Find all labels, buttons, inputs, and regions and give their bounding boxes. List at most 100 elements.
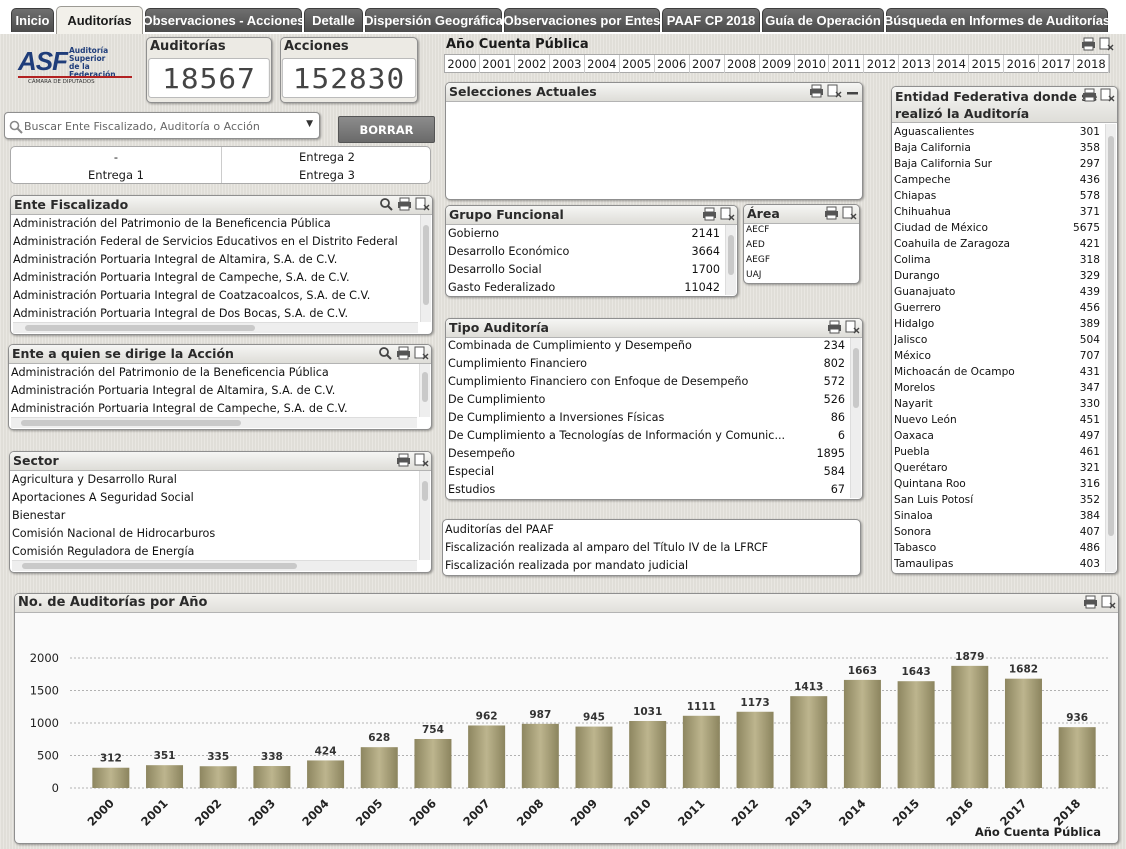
vertical-scrollbar[interactable] [420, 215, 431, 322]
list-item[interactable]: Morelos 347 [894, 380, 1103, 396]
dropdown-arrow-icon[interactable]: ▼ [306, 119, 313, 129]
tab-detalle[interactable]: Detalle [304, 8, 363, 32]
minimize-icon[interactable] [845, 84, 860, 98]
list-item[interactable]: Nuevo León 451 [894, 412, 1103, 428]
vertical-scrollbar[interactable] [419, 471, 430, 560]
list-item[interactable]: Coahuila de Zaragoza 421 [894, 236, 1103, 252]
clear-selection-icon[interactable] [1100, 88, 1115, 102]
list-item[interactable]: Combinada de Cumplimiento y Desempeño 234 [448, 337, 848, 355]
bar[interactable] [199, 766, 237, 788]
tab-paaf-cp-2018[interactable]: PAAF CP 2018 [662, 8, 760, 32]
list-item[interactable]: Comisión Nacional de Hidrocarburos [12, 525, 417, 543]
list-item[interactable]: Administración Portuaria Integral de Coa… [13, 287, 418, 305]
list-item[interactable]: Hidalgo 389 [894, 316, 1103, 332]
tab-observaciones-acciones[interactable]: Observaciones - Acciones [142, 8, 305, 32]
print-icon[interactable] [396, 346, 411, 360]
list-item[interactable]: Cumplimiento Financiero 802 [448, 355, 848, 373]
bar[interactable] [307, 760, 345, 788]
bar[interactable] [1004, 678, 1042, 788]
year-cell[interactable]: 2017 [1039, 55, 1075, 73]
list-item[interactable]: Nayarit 330 [894, 396, 1103, 412]
list-item[interactable]: Auditorías del PAAF [445, 521, 858, 539]
year-cell[interactable]: 2016 [1004, 55, 1040, 73]
list-item[interactable]: Baja California Sur 297 [894, 156, 1103, 172]
bar[interactable] [468, 725, 506, 788]
bar[interactable] [360, 747, 398, 788]
bar[interactable] [92, 767, 130, 788]
list-item[interactable]: México 707 [894, 348, 1103, 364]
list-item[interactable]: Quintana Roo 316 [894, 476, 1103, 492]
clear-selection-icon[interactable] [720, 207, 735, 221]
year-cell[interactable]: 2007 [690, 55, 725, 73]
list-item[interactable]: Administración Portuaria Integral de Dos… [13, 305, 418, 323]
tab-dispersion-geografica[interactable]: Dispersión Geográfica [364, 8, 503, 32]
bar[interactable] [790, 696, 828, 788]
list-item[interactable]: Administración Federal de Servicios Educ… [13, 233, 418, 251]
list-item[interactable]: De Cumplimiento a Tecnologías de Informa… [448, 427, 848, 445]
list-item[interactable]: Desarrollo Social 1700 [448, 261, 723, 279]
horizontal-scrollbar[interactable] [11, 417, 417, 428]
list-item[interactable]: Desempeño 1895 [448, 445, 848, 463]
list-item[interactable]: Guerrero 456 [894, 300, 1103, 316]
bar[interactable] [843, 679, 881, 788]
list-item[interactable]: Agricultura y Desarrollo Rural [12, 471, 417, 489]
bar[interactable] [1058, 727, 1096, 788]
print-icon[interactable] [824, 206, 839, 220]
clear-selection-icon[interactable] [1099, 37, 1114, 51]
list-item[interactable]: Colima 318 [894, 252, 1103, 268]
print-icon[interactable] [1082, 88, 1097, 102]
year-cell[interactable]: 2015 [969, 55, 1005, 73]
entrega-dash[interactable]: - [11, 150, 221, 164]
year-cell[interactable]: 2018 [1074, 55, 1110, 73]
list-item[interactable]: Campeche 436 [894, 172, 1103, 188]
list-item[interactable]: Administración Portuaria Integral de Alt… [13, 251, 418, 269]
tab-auditorias[interactable]: Auditorías [56, 6, 143, 34]
horizontal-scrollbar[interactable] [13, 322, 418, 333]
bar[interactable] [521, 723, 559, 788]
year-cell[interactable]: 2003 [550, 55, 585, 73]
year-cell[interactable]: 2004 [585, 55, 620, 73]
list-item[interactable]: De Cumplimiento a Inversiones Físicas 86 [448, 409, 848, 427]
list-item[interactable]: Tamaulipas 403 [894, 556, 1103, 572]
list-item[interactable]: Baja California 358 [894, 140, 1103, 156]
year-cell[interactable]: 2005 [620, 55, 655, 73]
vertical-scrollbar[interactable] [850, 338, 861, 498]
list-item[interactable]: Ciudad de México 5675 [894, 220, 1103, 236]
clear-selection-icon[interactable] [414, 453, 429, 467]
print-icon[interactable] [396, 453, 411, 467]
list-item[interactable]: Chihuahua 371 [894, 204, 1103, 220]
list-item[interactable]: Comisión Reguladora de Energía [12, 543, 417, 561]
list-item[interactable]: Guanajuato 439 [894, 284, 1103, 300]
entrega-2[interactable]: Entrega 2 [222, 150, 430, 164]
list-item[interactable]: Michoacán de Ocampo 431 [894, 364, 1103, 380]
year-cell[interactable]: 2000 [445, 55, 480, 73]
search-icon[interactable] [379, 197, 394, 211]
list-item[interactable]: Jalisco 504 [894, 332, 1103, 348]
entrega-3[interactable]: Entrega 3 [222, 168, 430, 182]
list-item[interactable]: Sonora 407 [894, 524, 1103, 540]
clear-selection-icon[interactable] [827, 84, 842, 98]
print-icon[interactable] [702, 207, 717, 221]
year-cell[interactable]: 2011 [829, 55, 865, 73]
list-item[interactable]: Bienestar [12, 507, 417, 525]
tab-busqueda-informes[interactable]: Búsqueda en Informes de Auditorías [884, 8, 1110, 32]
clear-selection-icon[interactable] [415, 197, 430, 211]
list-item[interactable]: AED [746, 238, 845, 253]
list-item[interactable]: UAJ [746, 268, 845, 283]
bar[interactable] [682, 715, 720, 788]
year-cell[interactable]: 2014 [934, 55, 970, 73]
clear-selection-icon[interactable] [845, 320, 860, 334]
clear-selection-icon[interactable] [842, 206, 857, 220]
list-item[interactable]: Administración del Patrimonio de la Bene… [11, 364, 417, 382]
vertical-scrollbar[interactable] [419, 364, 430, 417]
bar[interactable] [951, 665, 989, 788]
list-item[interactable]: Administración Portuaria Integral de Cam… [11, 400, 417, 418]
bar[interactable] [414, 738, 452, 788]
bar[interactable] [736, 711, 774, 788]
list-item[interactable]: Chiapas 578 [894, 188, 1103, 204]
year-cell[interactable]: 2009 [760, 55, 795, 73]
bar[interactable] [629, 720, 667, 788]
list-item[interactable]: Desarrollo Económico 3664 [448, 243, 723, 261]
year-cell[interactable]: 2001 [480, 55, 515, 73]
search-box[interactable]: Buscar Ente Fiscalizado, Auditoría o Acc… [4, 112, 320, 139]
